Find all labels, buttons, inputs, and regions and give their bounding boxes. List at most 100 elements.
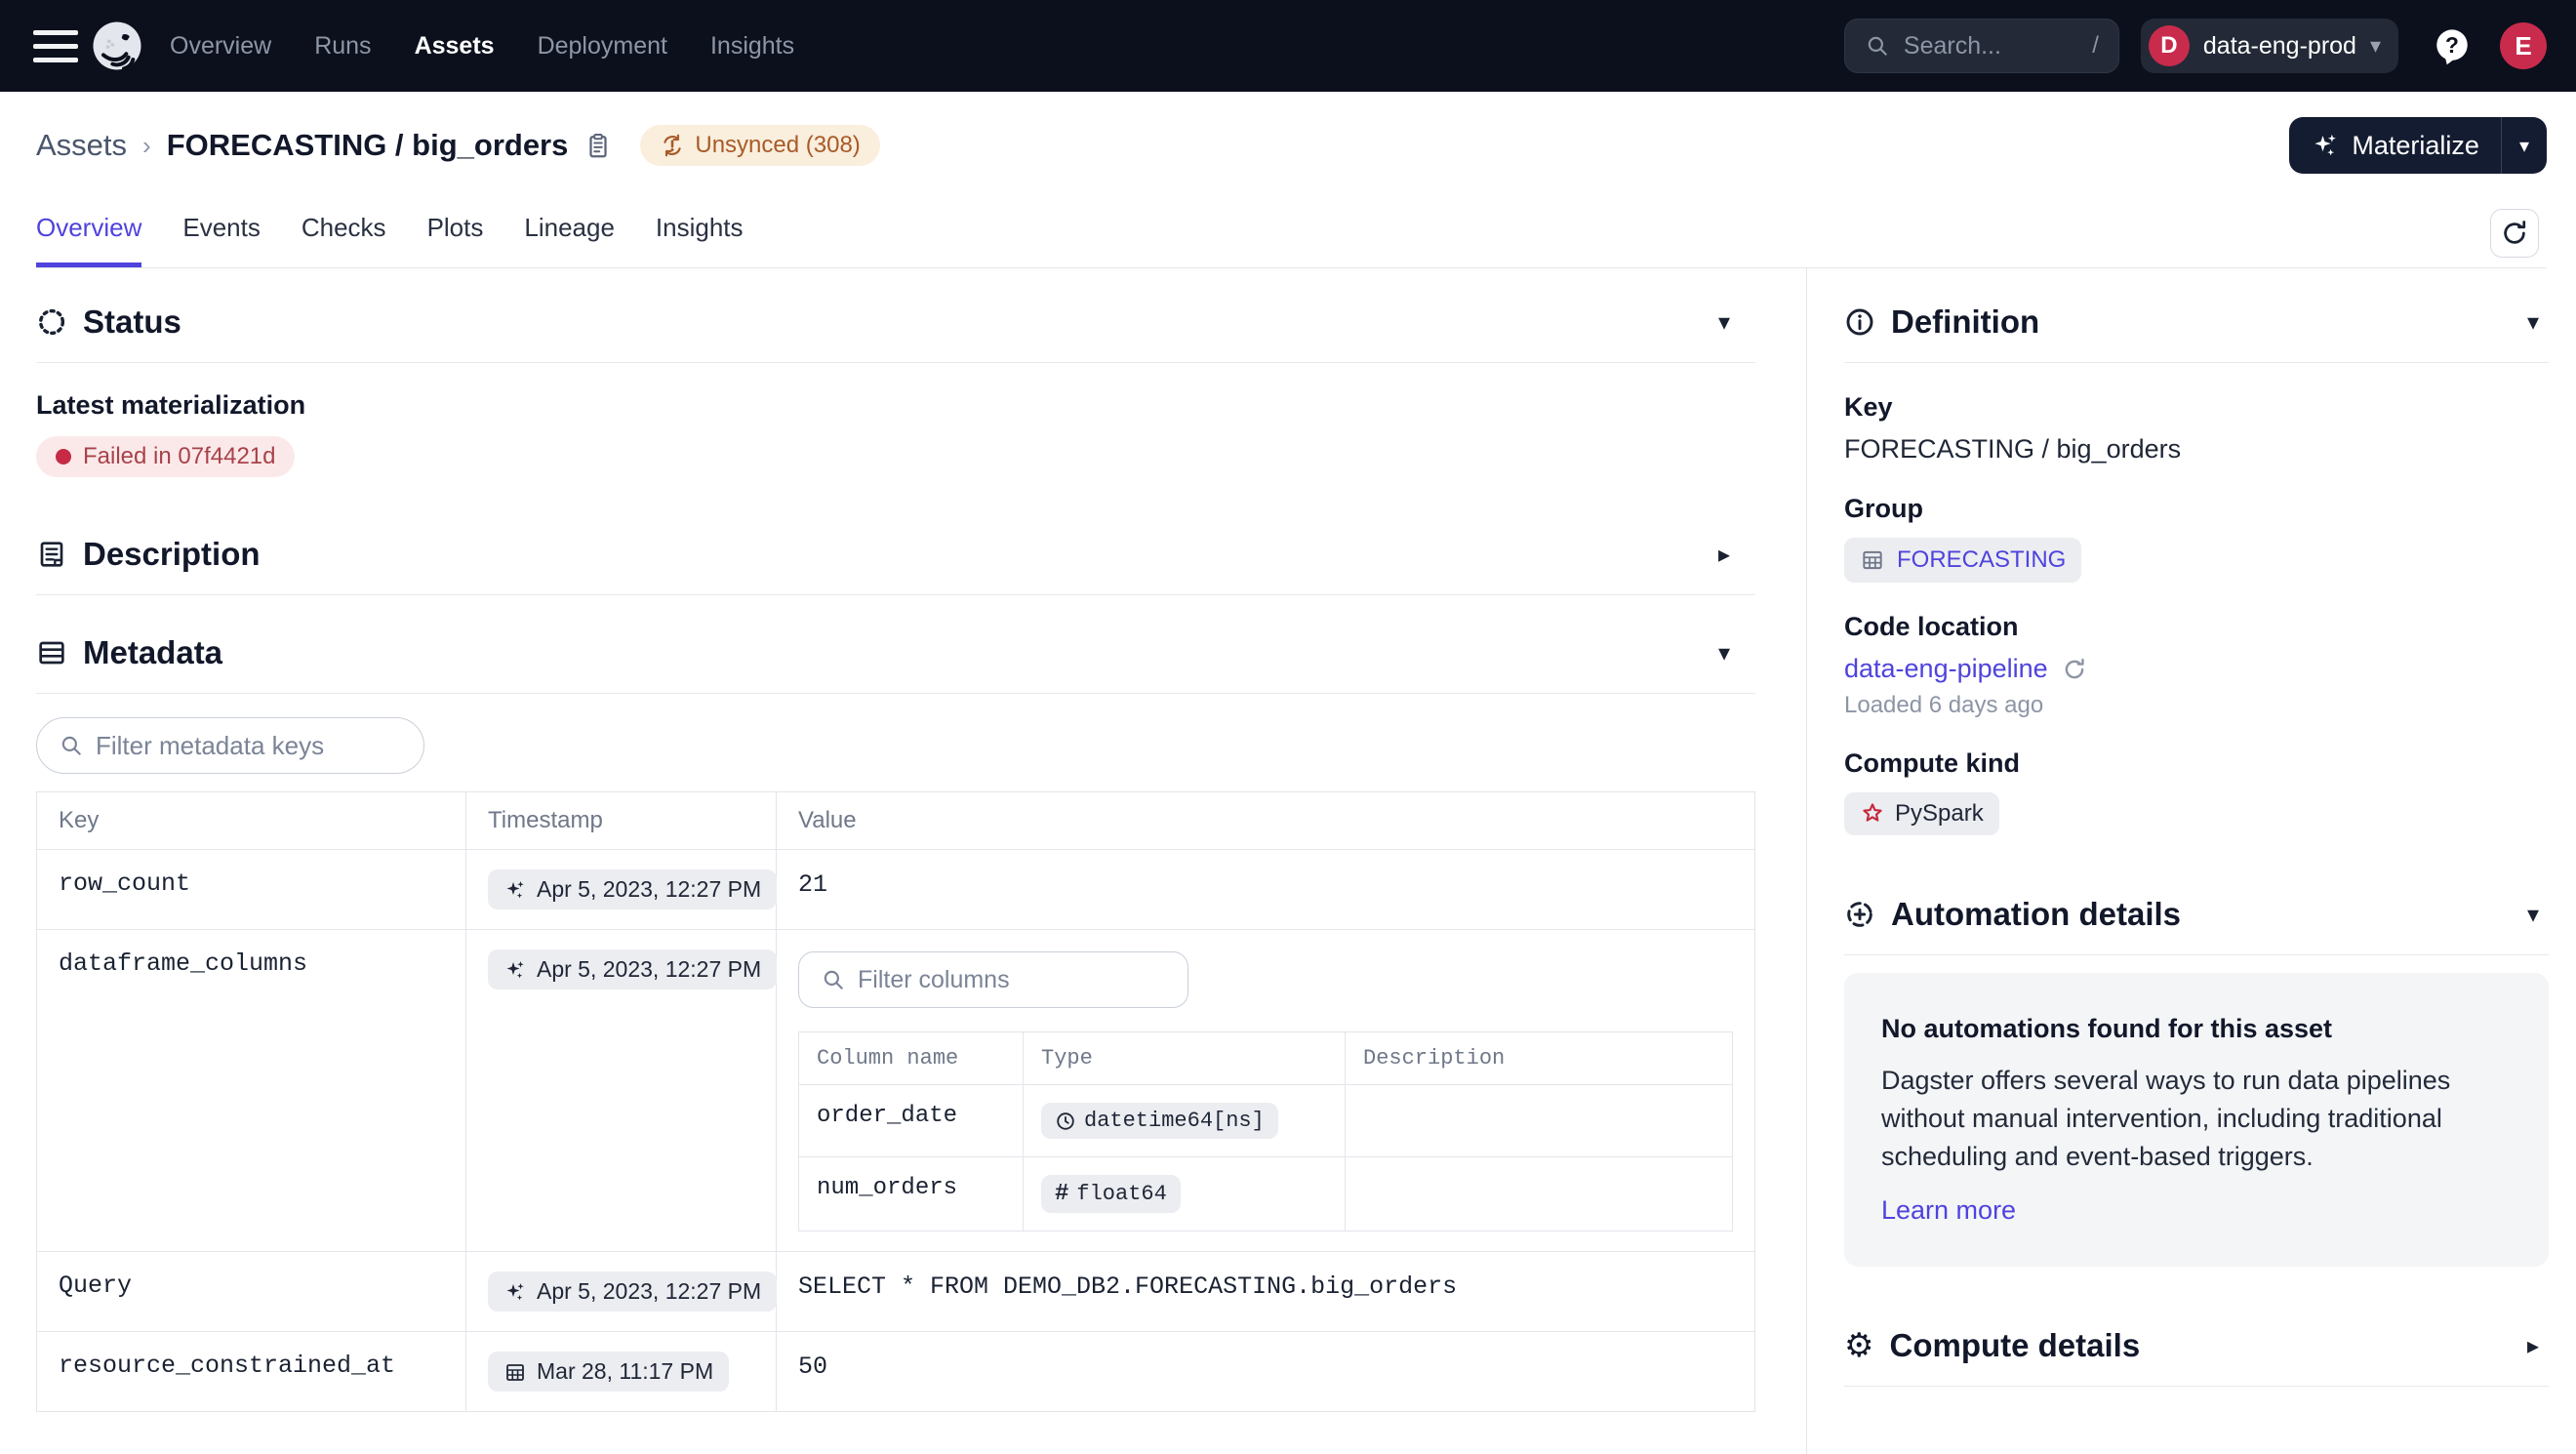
sparkle-icon [2311, 131, 2340, 160]
table-row: row_count Apr 5, 2023, 12:27 PM 21 [37, 850, 1755, 930]
group-link-label: FORECASTING [1897, 546, 2066, 574]
code-location-link[interactable]: data-eng-pipeline [1844, 654, 2048, 684]
code-location-loaded-ago: Loaded 6 days ago [1844, 692, 2549, 719]
tab-events[interactable]: Events [182, 203, 261, 267]
tab-plots[interactable]: Plots [427, 203, 484, 267]
hamburger-menu-icon[interactable] [27, 18, 84, 74]
materialize-button[interactable]: Materialize [2289, 131, 2501, 161]
chevron-down-icon: ▾ [2370, 33, 2381, 59]
failed-run-badge[interactable]: Failed in 07f4421d [36, 436, 295, 477]
copy-asset-key-button[interactable] [584, 131, 613, 160]
refresh-button[interactable] [2490, 209, 2539, 258]
compute-kind-badge[interactable]: PySpark [1844, 792, 1999, 835]
timestamp-badge[interactable]: Apr 5, 2023, 12:27 PM [488, 949, 777, 990]
metadata-filter-input[interactable]: Filter metadata keys [36, 717, 424, 774]
search-icon [1865, 33, 1890, 59]
col-description: Description [1346, 1032, 1733, 1085]
nav-insights[interactable]: Insights [710, 32, 794, 61]
latest-materialization-label: Latest materialization [36, 390, 1755, 421]
clock-icon [1055, 1111, 1076, 1132]
metadata-section-header: Metadata ▾ [36, 599, 1755, 694]
search-icon [821, 967, 846, 992]
failed-dot-icon [56, 449, 71, 464]
metadata-collapse-caret-icon[interactable]: ▾ [1718, 639, 1730, 667]
metadata-key: dataframe_columns [37, 930, 466, 1252]
search-placeholder: Search... [1904, 32, 2078, 61]
table-row: Query Apr 5, 2023, 12:27 PM SELECT * FRO… [37, 1252, 1755, 1332]
table-row: dataframe_columns Apr 5, 2023, 12:27 PM … [37, 930, 1755, 1252]
col-key: Key [37, 792, 466, 850]
refresh-icon [2500, 219, 2529, 248]
nav-overview[interactable]: Overview [170, 32, 271, 61]
materialize-button-label: Materialize [2352, 131, 2479, 161]
key-label: Key [1844, 392, 2549, 423]
dataframe-columns-table: Column name Type Description order_date … [798, 1031, 1733, 1232]
compute-kind-value: PySpark [1895, 800, 1984, 828]
description-icon [36, 539, 67, 570]
deployment-switcher[interactable]: D data-eng-prod ▾ [2141, 19, 2398, 73]
search-shortcut-hint: / [2092, 32, 2099, 60]
col-column-name: Column name [799, 1032, 1024, 1085]
description-expand-caret-icon[interactable]: ▸ [1718, 541, 1730, 569]
type-label: float64 [1076, 1182, 1166, 1206]
columns-filter-placeholder: Filter columns [858, 966, 1010, 994]
nav-assets[interactable]: Assets [415, 32, 495, 61]
metadata-key: Query [37, 1252, 466, 1332]
hash-icon: # [1055, 1181, 1068, 1207]
asset-definition-sidebar: Definition ▾ Key FORECASTING / big_order… [1807, 268, 2576, 1454]
status-collapse-caret-icon[interactable]: ▾ [1718, 308, 1730, 337]
nav-runs[interactable]: Runs [314, 32, 371, 61]
table-row: resource_constrained_at Mar 28, 11:17 PM… [37, 1332, 1755, 1412]
type-badge: datetime64[ns] [1041, 1103, 1278, 1139]
help-icon: ? [2432, 25, 2473, 66]
no-automations-card: No automations found for this asset Dags… [1844, 973, 2549, 1267]
nested-header-row: Column name Type Description [799, 1032, 1733, 1085]
gear-icon: ⚙ [1844, 1329, 1873, 1362]
group-badge[interactable]: FORECASTING [1844, 538, 2081, 583]
definition-section-header: Definition ▾ [1844, 268, 2549, 363]
user-avatar[interactable]: E [2500, 22, 2547, 69]
table-row: order_date datetime64[ns] [799, 1085, 1733, 1157]
tab-checks[interactable]: Checks [302, 203, 386, 267]
search-input[interactable]: Search... / [1844, 19, 2119, 73]
status-icon [36, 306, 67, 338]
failed-badge-label: Failed in 07f4421d [83, 443, 275, 470]
automation-collapse-caret-icon[interactable]: ▾ [2527, 901, 2539, 929]
columns-filter-input[interactable]: Filter columns [798, 951, 1188, 1008]
group-table-icon [1860, 547, 1885, 573]
breadcrumb-assets-link[interactable]: Assets [36, 128, 127, 163]
group-label: Group [1844, 494, 2549, 524]
col-value: Value [777, 792, 1755, 850]
unsynced-status-badge[interactable]: Unsynced (308) [640, 125, 879, 166]
asset-tabs: Overview Events Checks Plots Lineage Ins… [36, 203, 2547, 268]
status-section-header: Status ▾ [36, 268, 1755, 363]
tab-insights[interactable]: Insights [656, 203, 744, 267]
key-value: FORECASTING / big_orders [1844, 434, 2549, 464]
definition-collapse-caret-icon[interactable]: ▾ [2527, 308, 2539, 337]
metadata-table: Key Timestamp Value row_count Apr 5, 202… [36, 791, 1755, 1412]
metadata-key: resource_constrained_at [37, 1332, 466, 1412]
help-button[interactable]: ? [2432, 25, 2473, 66]
sparkle-icon [503, 878, 527, 902]
primary-nav: Overview Runs Assets Deployment Insights [170, 32, 794, 61]
tab-lineage[interactable]: Lineage [524, 203, 615, 267]
materialize-button-group: Materialize ▾ [2289, 117, 2547, 174]
status-section-title: Status [83, 303, 181, 341]
timestamp-badge[interactable]: Apr 5, 2023, 12:27 PM [488, 1272, 777, 1312]
materialize-dropdown-button[interactable]: ▾ [2501, 117, 2547, 174]
col-type: Type [1024, 1032, 1346, 1085]
metadata-value: 50 [798, 1353, 827, 1381]
learn-more-link[interactable]: Learn more [1881, 1195, 2016, 1226]
reload-icon[interactable] [2062, 657, 2087, 682]
timestamp-badge[interactable]: Mar 28, 11:17 PM [488, 1352, 729, 1392]
no-automations-body: Dagster offers several ways to run data … [1881, 1062, 2512, 1176]
nav-deployment[interactable]: Deployment [538, 32, 667, 61]
search-icon [59, 733, 84, 758]
tab-overview[interactable]: Overview [36, 203, 141, 267]
compute-details-expand-caret-icon[interactable]: ▸ [2527, 1332, 2539, 1360]
timestamp-badge[interactable]: Apr 5, 2023, 12:27 PM [488, 869, 777, 909]
metadata-key: row_count [37, 850, 466, 930]
sparkle-icon [503, 958, 527, 982]
clipboard-icon [584, 131, 613, 160]
deployment-name: data-eng-prod [2203, 32, 2356, 61]
